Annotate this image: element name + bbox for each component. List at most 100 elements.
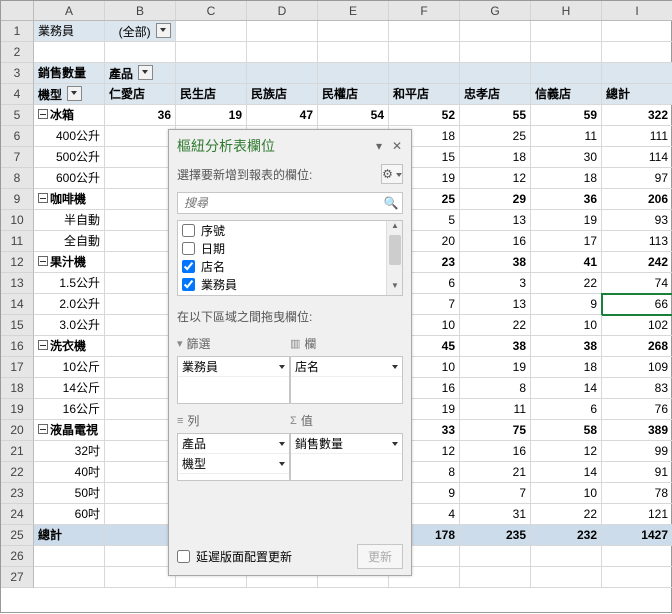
data-cell[interactable]: 242 bbox=[602, 252, 672, 273]
data-cell[interactable]: 31 bbox=[460, 504, 531, 525]
row-label-13[interactable]: 1.5公升 bbox=[34, 273, 105, 294]
empty-pivot-cell[interactable] bbox=[531, 63, 602, 84]
empty-cell[interactable] bbox=[531, 546, 602, 567]
data-cell[interactable]: 10 bbox=[531, 315, 602, 336]
data-cell[interactable]: 22 bbox=[531, 273, 602, 294]
data-cell[interactable]: 11 bbox=[531, 126, 602, 147]
row-header[interactable]: 18 bbox=[1, 378, 34, 399]
empty-pivot-cell[interactable] bbox=[460, 63, 531, 84]
col-H[interactable]: H bbox=[531, 1, 602, 20]
col-label-cell[interactable]: 產品 bbox=[105, 63, 176, 84]
data-cell[interactable]: 232 bbox=[531, 525, 602, 546]
data-cell[interactable]: 12 bbox=[460, 168, 531, 189]
data-cell[interactable]: 55 bbox=[460, 105, 531, 126]
empty-cell[interactable] bbox=[531, 567, 602, 588]
row-label-9[interactable]: 咖啡機 bbox=[34, 189, 105, 210]
pane-menu-icon[interactable]: ▾ bbox=[373, 140, 385, 152]
empty-cell[interactable] bbox=[176, 21, 247, 42]
empty-cell[interactable] bbox=[602, 546, 672, 567]
row-header[interactable]: 4 bbox=[1, 84, 34, 105]
empty-cell[interactable] bbox=[602, 567, 672, 588]
row-header[interactable]: 24 bbox=[1, 504, 34, 525]
data-cell[interactable]: 36 bbox=[531, 189, 602, 210]
row-header[interactable]: 14 bbox=[1, 294, 34, 315]
empty-cell[interactable] bbox=[318, 21, 389, 42]
row-header[interactable]: 26 bbox=[1, 546, 34, 567]
data-cell[interactable]: 91 bbox=[602, 462, 672, 483]
data-cell[interactable]: 25 bbox=[460, 126, 531, 147]
field-item[interactable]: 日期 bbox=[178, 239, 402, 257]
defer-layout-checkbox[interactable] bbox=[177, 550, 190, 563]
row-label-21[interactable]: 32吋 bbox=[34, 441, 105, 462]
scrollbar[interactable]: ▲ ▼ bbox=[386, 221, 402, 295]
row-header[interactable]: 2 bbox=[1, 42, 34, 63]
row-header[interactable]: 1 bbox=[1, 21, 34, 42]
data-cell[interactable]: 38 bbox=[531, 336, 602, 357]
data-cell[interactable] bbox=[105, 252, 176, 273]
chevron-down-icon[interactable] bbox=[279, 365, 285, 369]
data-cell[interactable]: 13 bbox=[460, 210, 531, 231]
data-cell[interactable]: 268 bbox=[602, 336, 672, 357]
data-cell[interactable]: 12 bbox=[531, 441, 602, 462]
data-cell[interactable]: 19 bbox=[176, 105, 247, 126]
data-cell[interactable]: 52 bbox=[389, 105, 460, 126]
empty-cell[interactable] bbox=[318, 42, 389, 63]
data-cell[interactable] bbox=[105, 504, 176, 525]
data-cell[interactable] bbox=[105, 378, 176, 399]
area-item[interactable]: 機型 bbox=[178, 454, 289, 474]
empty-cell[interactable] bbox=[460, 42, 531, 63]
data-cell[interactable]: 30 bbox=[531, 147, 602, 168]
row-label-22[interactable]: 40吋 bbox=[34, 462, 105, 483]
empty-cell[interactable] bbox=[105, 546, 176, 567]
row-label-15[interactable]: 3.0公升 bbox=[34, 315, 105, 336]
data-cell[interactable]: 235 bbox=[460, 525, 531, 546]
data-cell[interactable]: 121 bbox=[602, 504, 672, 525]
data-cell[interactable]: 18 bbox=[460, 147, 531, 168]
filter-area[interactable]: 業務員 bbox=[177, 356, 290, 404]
row-header[interactable]: 7 bbox=[1, 147, 34, 168]
data-cell[interactable] bbox=[105, 273, 176, 294]
row-header[interactable]: 5 bbox=[1, 105, 34, 126]
empty-cell[interactable] bbox=[460, 21, 531, 42]
field-checkbox[interactable] bbox=[182, 296, 195, 297]
row-header[interactable]: 21 bbox=[1, 441, 34, 462]
data-cell[interactable]: 47 bbox=[247, 105, 318, 126]
data-cell[interactable]: 75 bbox=[460, 420, 531, 441]
data-cell[interactable]: 322 bbox=[602, 105, 672, 126]
data-cell[interactable] bbox=[105, 189, 176, 210]
row-label-24[interactable]: 60吋 bbox=[34, 504, 105, 525]
empty-cell[interactable] bbox=[105, 567, 176, 588]
filter-dropdown-icon[interactable] bbox=[156, 23, 171, 38]
data-cell[interactable]: 1427 bbox=[602, 525, 672, 546]
data-cell[interactable] bbox=[105, 126, 176, 147]
col-B[interactable]: B bbox=[105, 1, 176, 20]
data-cell[interactable]: 109 bbox=[602, 357, 672, 378]
col-C[interactable]: C bbox=[176, 1, 247, 20]
data-cell[interactable]: 10 bbox=[531, 483, 602, 504]
data-cell[interactable] bbox=[105, 420, 176, 441]
row-label-16[interactable]: 洗衣機 bbox=[34, 336, 105, 357]
row-header[interactable]: 12 bbox=[1, 252, 34, 273]
row-header[interactable]: 27 bbox=[1, 567, 34, 588]
field-checkbox[interactable] bbox=[182, 224, 195, 237]
chevron-down-icon[interactable] bbox=[392, 365, 398, 369]
data-cell[interactable]: 66 bbox=[602, 294, 672, 315]
data-cell[interactable]: 93 bbox=[602, 210, 672, 231]
data-cell[interactable]: 6 bbox=[531, 399, 602, 420]
data-cell[interactable]: 99 bbox=[602, 441, 672, 462]
data-cell[interactable] bbox=[105, 210, 176, 231]
data-cell[interactable]: 3 bbox=[460, 273, 531, 294]
row-label-11[interactable]: 全自動 bbox=[34, 231, 105, 252]
row-label-23[interactable]: 50吋 bbox=[34, 483, 105, 504]
row-header[interactable]: 10 bbox=[1, 210, 34, 231]
row-header[interactable]: 20 bbox=[1, 420, 34, 441]
chevron-down-icon[interactable] bbox=[279, 442, 285, 446]
empty-cell[interactable] bbox=[602, 42, 672, 63]
empty-cell[interactable] bbox=[105, 42, 176, 63]
field-list[interactable]: ▲ ▼ 序號日期店名業務員產品 bbox=[177, 220, 403, 296]
row-header[interactable]: 17 bbox=[1, 357, 34, 378]
row-header[interactable]: 15 bbox=[1, 315, 34, 336]
row-label-10[interactable]: 半自動 bbox=[34, 210, 105, 231]
field-checkbox[interactable] bbox=[182, 278, 195, 291]
scroll-thumb[interactable] bbox=[389, 235, 401, 265]
